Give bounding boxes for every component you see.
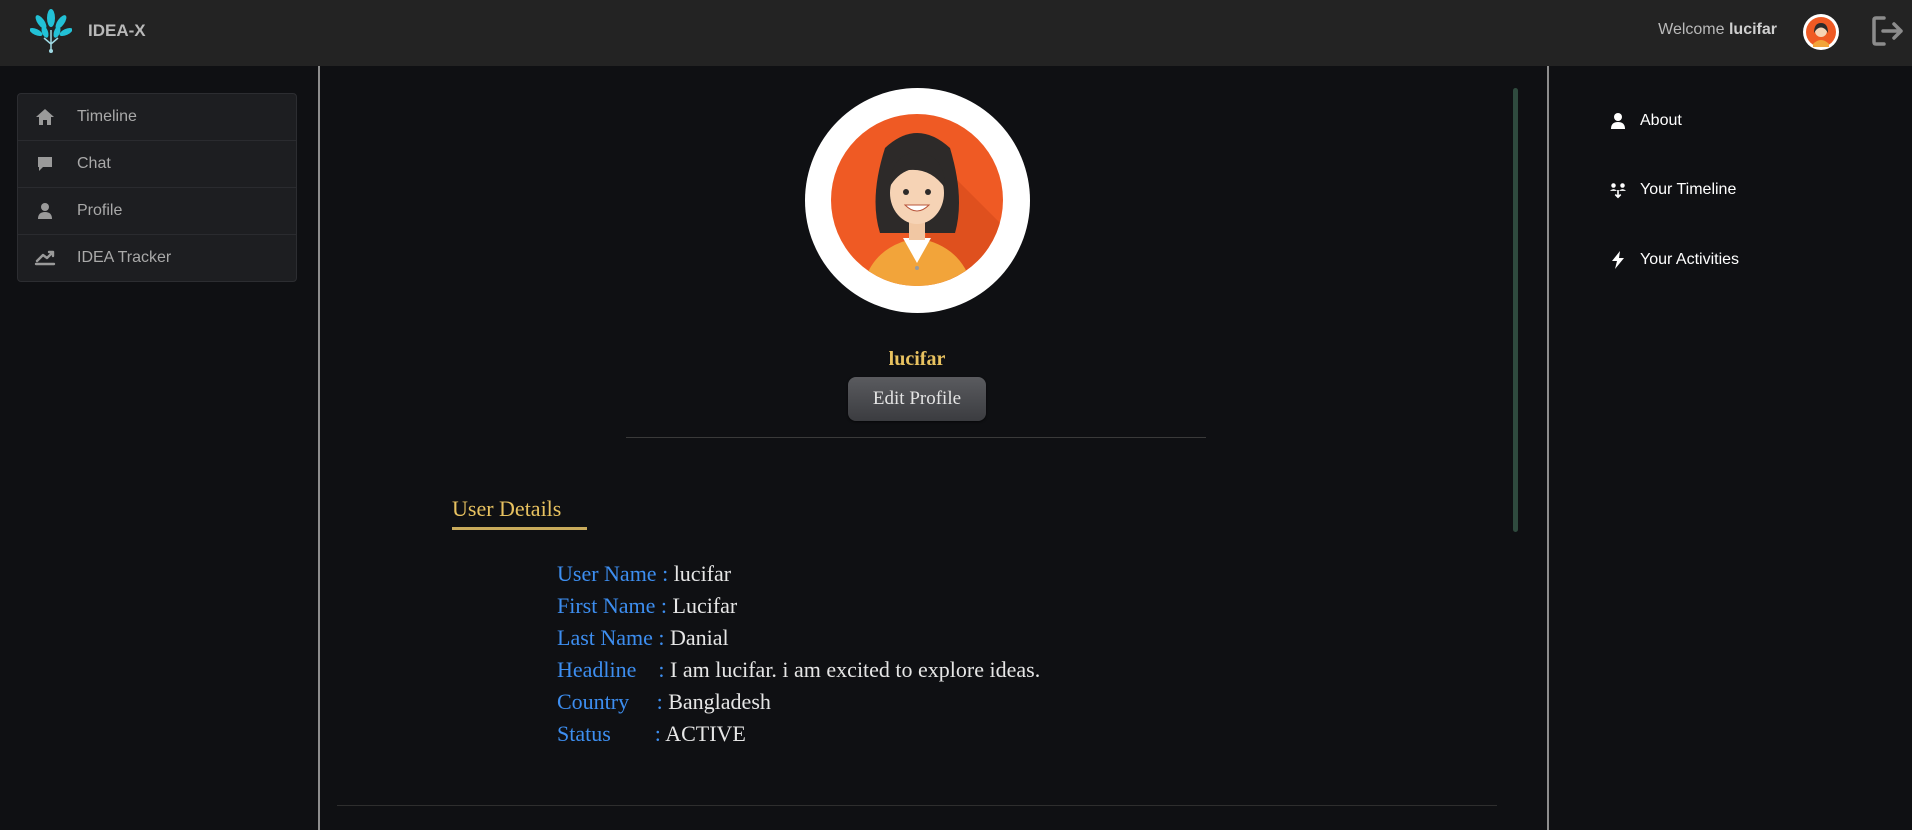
detail-row-username: User Name : lucifar [557, 558, 1040, 590]
detail-value: Lucifar [672, 593, 738, 618]
profile-avatar-image [831, 114, 1003, 286]
user-icon [1609, 112, 1627, 130]
right-nav-your-activities[interactable]: Your Activities [1609, 248, 1739, 272]
user-details-list: User Name : lucifar First Name : Lucifar… [557, 558, 1040, 750]
right-column-divider [1547, 66, 1549, 830]
user-details-heading: User Details [452, 496, 562, 521]
right-nav-label: About [1640, 112, 1682, 129]
detail-value: ACTIVE [665, 721, 746, 746]
detail-row-country: Country : Bangladesh [557, 686, 1040, 718]
sidebar-nav: Timeline Chat Profile IDEA Tracker [17, 93, 297, 282]
tracker-icon [34, 247, 56, 269]
detail-key: Last Name : [557, 625, 671, 650]
detail-key: Country : [557, 689, 669, 714]
sidebar-item-label: Chat [77, 155, 111, 172]
detail-row-first-name: First Name : Lucifar [557, 590, 1040, 622]
right-nav-about[interactable]: About [1609, 109, 1682, 133]
heading-underline [452, 527, 587, 530]
sidebar-item-timeline[interactable]: Timeline [18, 94, 296, 141]
divider [337, 805, 1497, 806]
home-icon [34, 106, 56, 128]
profile-avatar [805, 88, 1030, 313]
detail-key: First Name : [557, 593, 673, 618]
detail-row-headline: Headline : I am lucifar. i am excited to… [557, 654, 1040, 686]
user-icon [34, 200, 56, 222]
people-icon [1609, 181, 1627, 199]
main-scrollbar[interactable] [1513, 88, 1518, 532]
user-avatar[interactable] [1803, 14, 1839, 50]
logo-icon[interactable] [30, 8, 72, 54]
sidebar-item-profile[interactable]: Profile [18, 188, 296, 235]
detail-value: Bangladesh [668, 689, 771, 714]
detail-key: Headline : [557, 657, 671, 682]
chat-icon [34, 153, 56, 175]
welcome-text: Welcome lucifar [1658, 21, 1777, 38]
detail-value: I am lucifar. i am excited to explore id… [670, 657, 1041, 682]
sidebar-item-label: Profile [77, 202, 123, 219]
bolt-icon [1609, 251, 1627, 269]
welcome-username: lucifar [1728, 21, 1777, 38]
detail-row-last-name: Last Name : Danial [557, 622, 1040, 654]
top-bar: IDEA-X Welcome lucifar [0, 0, 1912, 66]
right-nav-label: Your Activities [1640, 251, 1740, 268]
sidebar-item-chat[interactable]: Chat [18, 141, 296, 188]
profile-username: lucifar [888, 348, 946, 370]
edit-profile-button[interactable]: Edit Profile [848, 377, 986, 421]
sidebar-item-idea-tracker[interactable]: IDEA Tracker [18, 235, 296, 281]
detail-key: User Name : [557, 561, 674, 586]
left-column-divider [318, 66, 320, 830]
logout-icon[interactable] [1870, 14, 1906, 48]
avatar-image [1806, 17, 1836, 47]
brand-name[interactable]: IDEA-X [88, 21, 146, 41]
sidebar-item-label: Timeline [77, 108, 137, 125]
detail-row-status: Status : ACTIVE [557, 718, 1040, 750]
detail-value: Danial [670, 625, 729, 650]
right-nav-label: Your Timeline [1640, 181, 1737, 198]
right-nav-your-timeline[interactable]: Your Timeline [1609, 178, 1736, 202]
detail-key: Status : [557, 721, 666, 746]
detail-value: lucifar [673, 561, 732, 586]
divider [626, 437, 1206, 438]
sidebar-item-label: IDEA Tracker [77, 249, 172, 266]
